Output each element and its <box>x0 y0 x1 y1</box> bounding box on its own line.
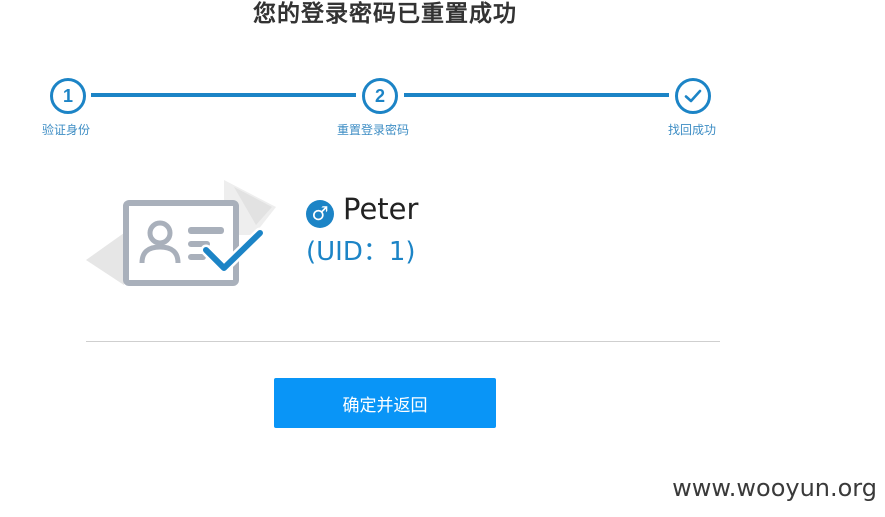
male-icon: ♂ <box>306 200 334 228</box>
watermark: www.wooyun.org <box>672 474 877 502</box>
step-connector-1-2 <box>91 93 356 97</box>
step-2-circle: 2 <box>362 78 398 114</box>
step-1-label: 验证身份 <box>42 123 91 137</box>
step-connector-2-3 <box>404 93 669 97</box>
step-2-number: 2 <box>374 85 385 106</box>
checkmark-icon <box>684 89 702 103</box>
step-1-number: 1 <box>62 85 73 106</box>
user-uid: (UID：1) <box>306 237 416 267</box>
step-3-label: 找回成功 <box>668 123 717 137</box>
page-title: 您的登录密码已重置成功 <box>253 1 517 27</box>
divider <box>86 341 720 342</box>
step-2-label: 重置登录密码 <box>337 123 410 137</box>
confirm-and-return-button[interactable]: 确定并返回 <box>274 378 496 428</box>
step-3-circle <box>675 78 711 114</box>
step-1-circle: 1 <box>50 78 86 114</box>
id-card-verified-icon <box>86 180 276 286</box>
user-name: Peter <box>343 192 419 226</box>
